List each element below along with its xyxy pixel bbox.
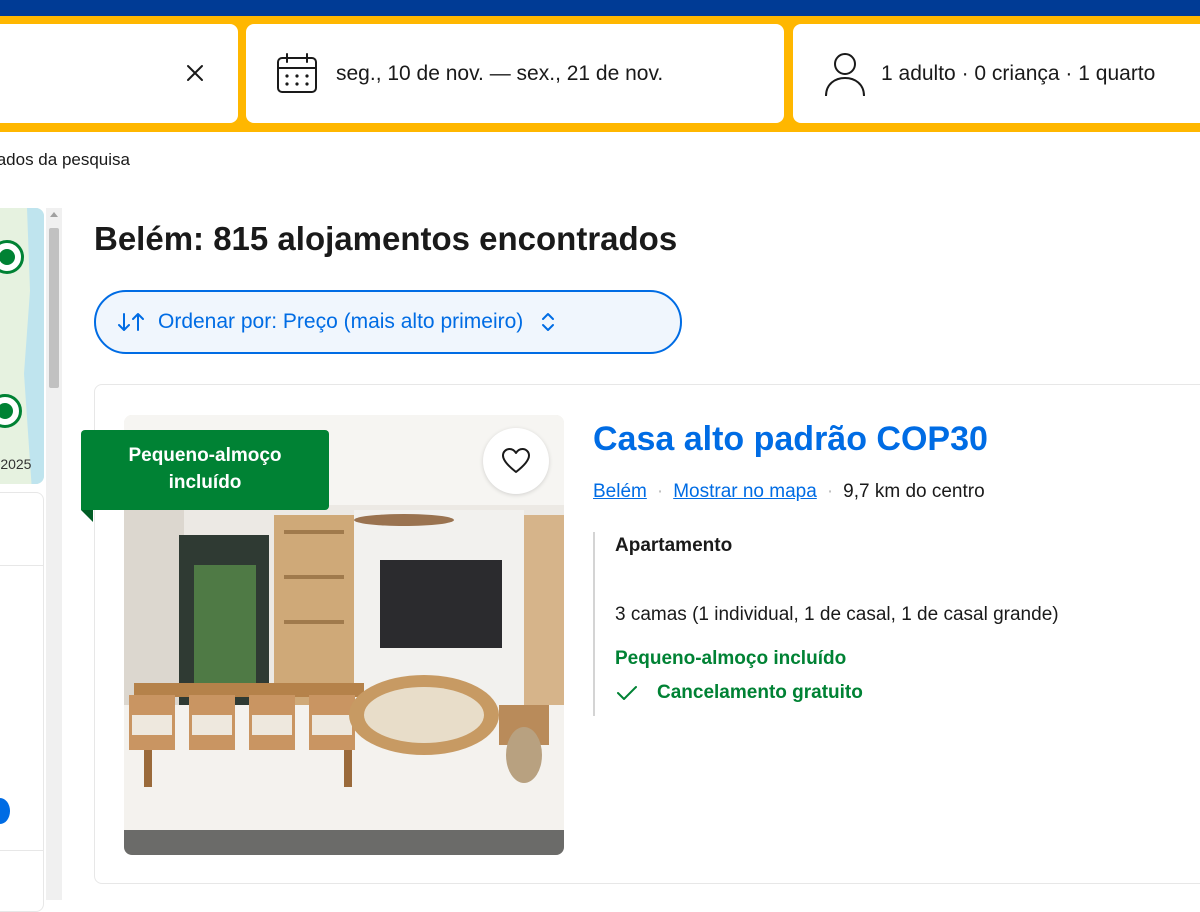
property-type: Apartamento (615, 535, 733, 556)
beds-info: 3 camas (1 individual, 1 de casal, 1 de … (615, 604, 1059, 625)
property-name-link[interactable]: Casa alto padrão COP30 (593, 420, 988, 459)
scroll-up-arrow-icon[interactable] (50, 212, 58, 217)
separator: · (826, 481, 834, 502)
location-row: Belém · Mostrar no mapa · 9,7 km do cent… (593, 481, 985, 503)
map-pin-icon[interactable] (0, 240, 24, 274)
filters-panel (0, 492, 44, 912)
breakfast-included-badge: Pequeno-almoço incluído (81, 430, 329, 510)
results-heading: Belém: 815 alojamentos encontrados (94, 220, 678, 257)
calendar-icon (277, 52, 317, 93)
property-details: Apartamento 3 camas (1 individual, 1 de … (593, 532, 1153, 716)
save-to-favorites-button[interactable] (483, 428, 549, 494)
destination-field[interactable] (0, 24, 238, 123)
breakfast-info: Pequeno-almoço incluído (615, 648, 847, 669)
guests-field[interactable]: 1 adulto · 0 criança · 1 quarto (793, 24, 1200, 123)
dates-field[interactable]: seg., 10 de nov. — sex., 21 de nov. (246, 24, 784, 123)
badge-line-1: Pequeno-almoço (128, 445, 282, 466)
dates-text: seg., 10 de nov. — sex., 21 de nov. (336, 61, 664, 85)
badge-tail (81, 510, 93, 522)
filter-divider (0, 565, 44, 566)
badge-line-2: incluído (168, 472, 242, 493)
breadcrumb[interactable]: tados da pesquisa (0, 150, 130, 170)
map-copyright: ©2025 (0, 456, 32, 472)
free-cancellation: Cancelamento gratuito (615, 682, 863, 704)
show-on-map-link[interactable]: Mostrar no mapa (673, 481, 817, 503)
map-preview[interactable]: ©2025 (0, 208, 44, 484)
sort-button[interactable]: Ordenar por: Preço (mais alto primeiro) (94, 290, 682, 354)
cancellation-text: Cancelamento gratuito (657, 682, 863, 703)
scrollbar-thumb[interactable] (49, 228, 59, 388)
check-icon (617, 686, 637, 700)
filter-divider (0, 850, 44, 851)
top-brand-bar (0, 0, 1200, 16)
city-link[interactable]: Belém (593, 481, 647, 503)
clear-destination-button[interactable] (182, 60, 208, 86)
distance-text: 9,7 km do centro (843, 481, 985, 502)
guests-text: 1 adulto · 0 criança · 1 quarto (881, 61, 1156, 85)
map-pin-icon[interactable] (0, 394, 22, 428)
sort-arrows-icon (118, 313, 144, 331)
chevron-updown-icon (542, 313, 555, 331)
separator: · (656, 481, 664, 502)
sort-label: Ordenar por: Preço (mais alto primeiro) (158, 310, 524, 333)
close-icon (187, 65, 203, 81)
heart-icon (502, 448, 530, 473)
person-icon (825, 52, 865, 96)
